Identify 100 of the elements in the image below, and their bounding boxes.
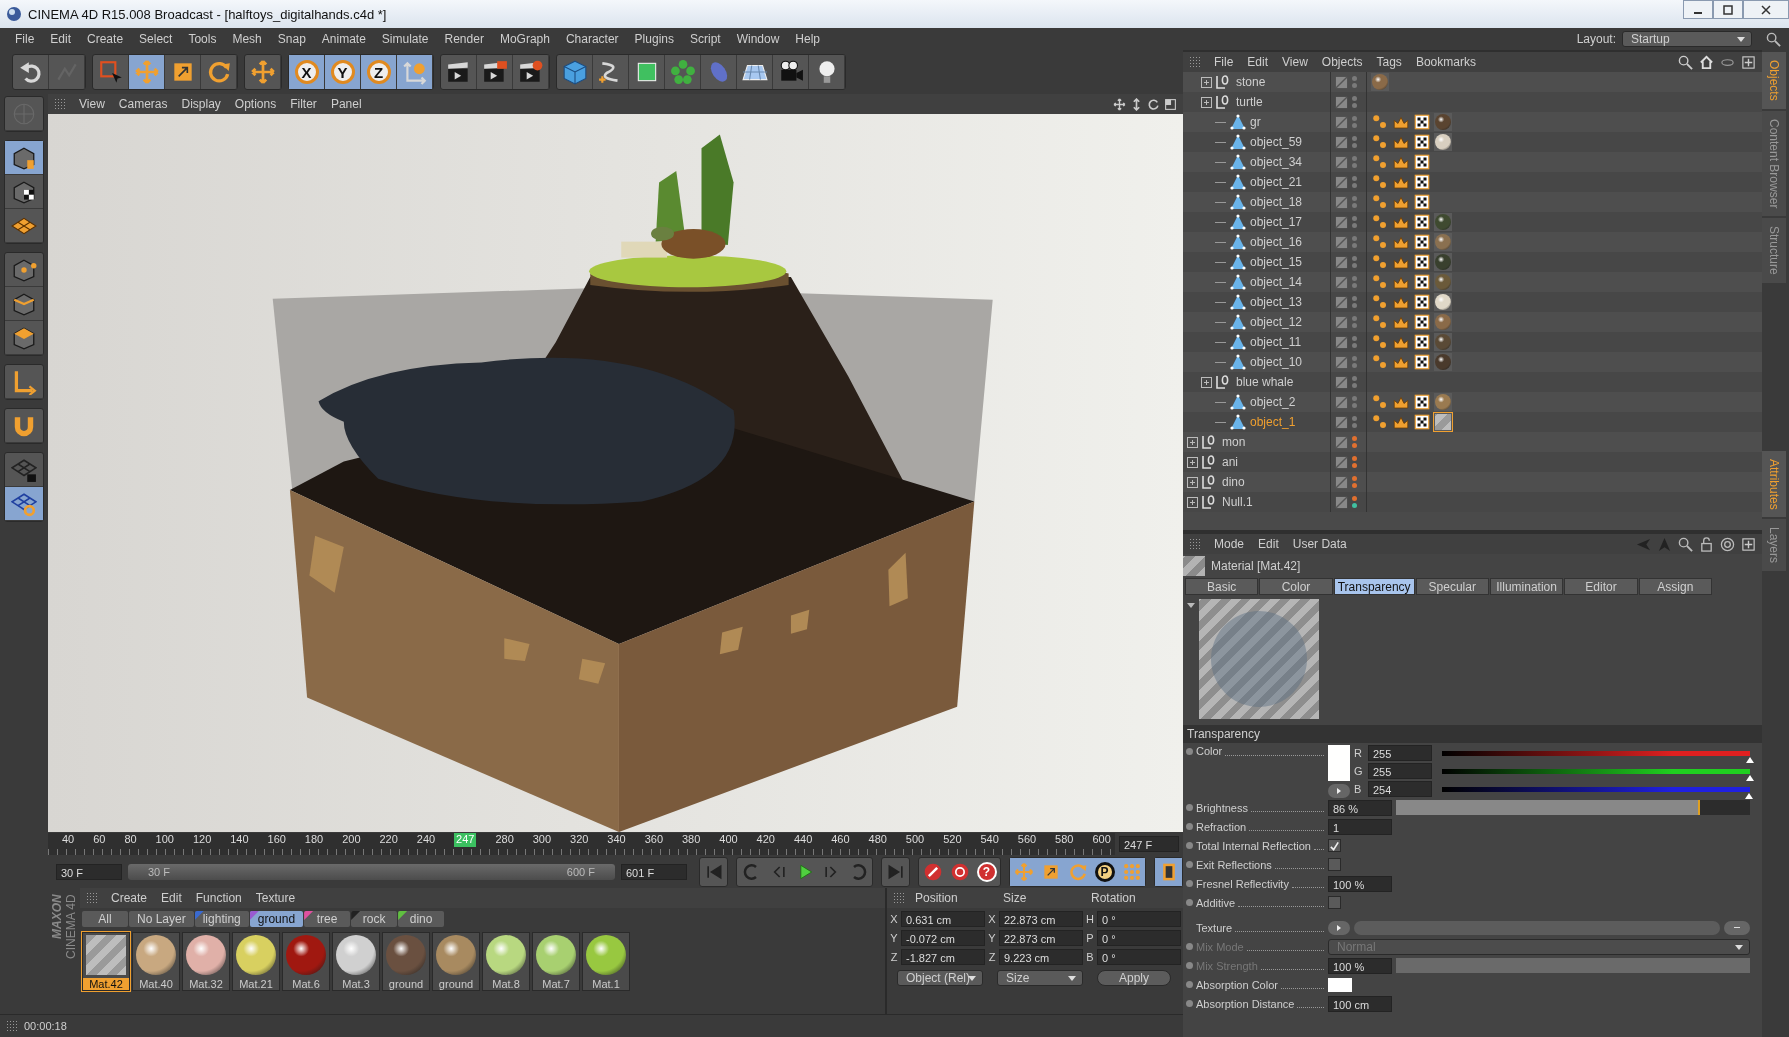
position-field[interactable]: -1.827 cm xyxy=(901,949,985,965)
checker-icon[interactable] xyxy=(1413,253,1431,271)
visibility-dot[interactable] xyxy=(1352,296,1357,301)
model-button[interactable] xyxy=(5,141,43,175)
rotate-icon[interactable] xyxy=(1147,97,1160,111)
checker-icon[interactable] xyxy=(1413,113,1431,131)
visibility-dot[interactable] xyxy=(1352,476,1357,481)
menu-item[interactable]: Window xyxy=(729,30,787,48)
world-button[interactable] xyxy=(397,55,433,89)
visibility-dot[interactable] xyxy=(1352,356,1357,361)
rotation-field[interactable]: 0 ° xyxy=(1097,949,1181,965)
visibility-dot[interactable] xyxy=(1352,483,1357,488)
layer-icon[interactable] xyxy=(1335,115,1348,129)
vertex-icon[interactable] xyxy=(1371,253,1389,271)
axis-lock-button[interactable]: X xyxy=(289,55,325,89)
end-frame-field[interactable]: 601 F xyxy=(621,864,687,880)
visibility-dot[interactable] xyxy=(1352,363,1357,368)
material-tag-icon[interactable] xyxy=(1434,293,1452,311)
material-thumbnail[interactable]: Mat.32 xyxy=(182,932,230,991)
visibility-dot[interactable] xyxy=(1352,416,1357,421)
vertex-icon[interactable] xyxy=(1371,353,1389,371)
layer-icon[interactable] xyxy=(1335,155,1348,169)
animation-dot-icon[interactable] xyxy=(1186,899,1193,906)
material-menu-item[interactable]: Function xyxy=(188,889,249,907)
layer-icon[interactable] xyxy=(1335,75,1348,89)
vertex-icon[interactable] xyxy=(1371,153,1389,171)
visibility-dot[interactable] xyxy=(1352,96,1357,101)
material-thumbnail[interactable]: Mat.40 xyxy=(132,932,180,991)
side-tab[interactable]: Objects xyxy=(1762,52,1786,109)
frame-range-slider[interactable]: 30 F 600 F xyxy=(128,864,615,880)
visibility-dot[interactable] xyxy=(1352,163,1357,168)
checker-icon[interactable] xyxy=(1413,293,1431,311)
expand-button[interactable] xyxy=(1187,496,1198,508)
color-swatch[interactable] xyxy=(1328,745,1350,781)
vertex-icon[interactable] xyxy=(1371,193,1389,211)
expand-button[interactable] xyxy=(1201,76,1212,88)
visibility-dot[interactable] xyxy=(1352,376,1357,381)
apply-button[interactable]: Apply xyxy=(1097,970,1171,986)
expand-button[interactable] xyxy=(1187,456,1198,468)
layout-dropdown[interactable]: Startup xyxy=(1622,31,1752,47)
size-mode-dropdown[interactable]: Size xyxy=(997,970,1083,986)
vertex-icon[interactable] xyxy=(1371,413,1389,431)
maximize-button[interactable] xyxy=(1713,0,1743,19)
object-name[interactable]: blue whale xyxy=(1236,375,1294,389)
layer-icon[interactable] xyxy=(1335,175,1348,189)
size-field[interactable]: 22.873 cm xyxy=(999,930,1083,946)
checker-icon[interactable] xyxy=(1413,313,1431,331)
object-name[interactable]: object_12 xyxy=(1250,315,1303,329)
value-field[interactable]: 100 cm xyxy=(1328,995,1392,1012)
minimize-button[interactable] xyxy=(1683,0,1713,19)
menu-item[interactable]: File xyxy=(8,30,42,48)
material-tag-icon[interactable] xyxy=(1434,393,1452,411)
layer-filter-tab[interactable]: All xyxy=(82,911,128,927)
coordinate-mode-dropdown[interactable]: Object (Rel) xyxy=(897,970,983,986)
close-button[interactable] xyxy=(1743,0,1789,19)
visibility-dot[interactable] xyxy=(1352,243,1357,248)
visibility-dot[interactable] xyxy=(1352,323,1357,328)
visibility-dot[interactable] xyxy=(1352,136,1357,141)
visibility-dot[interactable] xyxy=(1352,316,1357,321)
attribute-menu-item[interactable]: User Data xyxy=(1285,535,1354,553)
checker-icon[interactable] xyxy=(1413,273,1431,291)
menu-item[interactable]: Mesh xyxy=(225,30,269,48)
layer-icon[interactable] xyxy=(1335,395,1348,409)
object-name[interactable]: object_14 xyxy=(1250,275,1303,289)
visibility-dot[interactable] xyxy=(1352,503,1357,508)
layer-icon[interactable] xyxy=(1335,95,1348,109)
new-window-icon[interactable] xyxy=(1741,54,1756,70)
object-name[interactable]: object_17 xyxy=(1250,215,1303,229)
object-name[interactable]: stone xyxy=(1236,75,1266,89)
visibility-dot[interactable] xyxy=(1352,216,1357,221)
visibility-dot[interactable] xyxy=(1352,116,1357,121)
viewport-menu-item[interactable]: Cameras xyxy=(111,95,175,113)
object-menu-item[interactable]: Bookmarks xyxy=(1408,53,1483,71)
vertex-icon[interactable] xyxy=(1371,393,1389,411)
checker-icon[interactable] xyxy=(1413,193,1431,211)
checker-icon[interactable] xyxy=(1413,393,1431,411)
visibility-dot[interactable] xyxy=(1352,436,1357,441)
menu-item[interactable]: Plugins xyxy=(627,30,681,48)
vertex-icon[interactable] xyxy=(1371,273,1389,291)
attribute-tab[interactable]: Editor xyxy=(1564,578,1638,595)
vertex-icon[interactable] xyxy=(1371,293,1389,311)
expand-button[interactable] xyxy=(1187,436,1198,448)
film-strip-button[interactable] xyxy=(1155,858,1182,886)
visibility-dot[interactable] xyxy=(1352,143,1357,148)
layer-icon[interactable] xyxy=(1335,415,1348,429)
dot-grid-button[interactable] xyxy=(1118,858,1145,886)
material-thumbnail[interactable]: Mat.6 xyxy=(282,932,330,991)
parameter-key-button[interactable]: P xyxy=(1091,858,1118,886)
visibility-dot[interactable] xyxy=(1352,236,1357,241)
channel-value-field[interactable]: 254 xyxy=(1368,781,1432,797)
layer-icon[interactable] xyxy=(1335,335,1348,349)
layer-icon[interactable] xyxy=(1335,235,1348,249)
checker-icon[interactable] xyxy=(1413,173,1431,191)
material-tag-icon[interactable] xyxy=(1434,413,1452,431)
value-field[interactable]: 100 % xyxy=(1328,875,1392,892)
layer-icon[interactable] xyxy=(1335,315,1348,329)
layer-icon[interactable] xyxy=(1335,135,1348,149)
vertex-icon[interactable] xyxy=(1371,213,1389,231)
expand-button[interactable] xyxy=(1201,96,1212,108)
menu-item[interactable]: Character xyxy=(558,30,626,48)
